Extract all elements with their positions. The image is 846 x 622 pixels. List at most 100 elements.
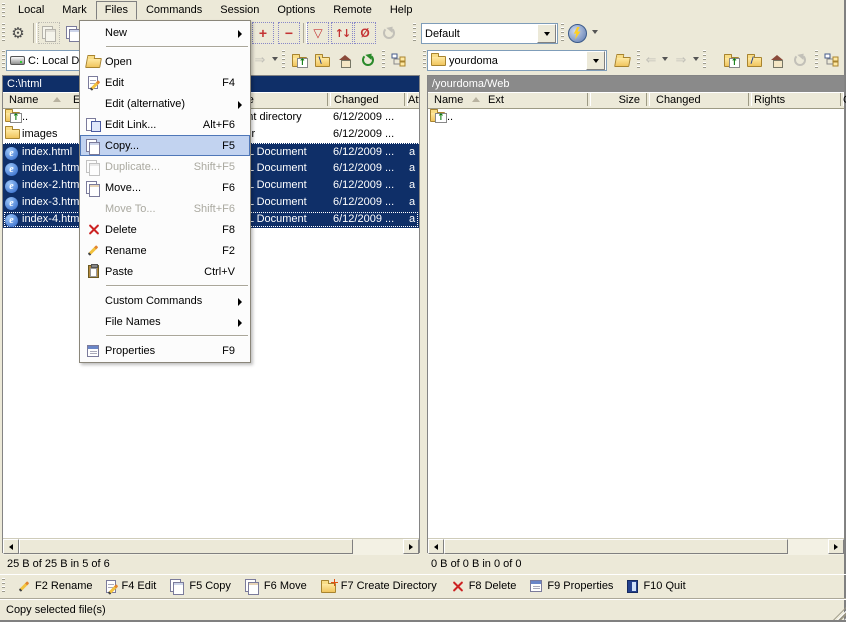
menu-mark[interactable]: Mark bbox=[53, 1, 95, 20]
menu-item-file-names[interactable]: File Names bbox=[80, 311, 250, 332]
remote-refresh-button[interactable] bbox=[789, 49, 811, 71]
toolbar-gripper[interactable] bbox=[423, 50, 426, 70]
menu-item-move[interactable]: Move... F6 bbox=[80, 177, 250, 198]
menu-item-edit-link[interactable]: Edit Link... Alt+F6 bbox=[80, 114, 250, 135]
f2-rename-button[interactable]: F2 Rename bbox=[11, 576, 99, 596]
menubar-gripper[interactable] bbox=[2, 3, 5, 17]
menu-commands[interactable]: Commands bbox=[137, 1, 211, 20]
html-file-icon bbox=[5, 163, 18, 176]
toolbar-gripper[interactable] bbox=[561, 23, 564, 43]
local-parent-directory-button[interactable] bbox=[288, 49, 310, 71]
column-divider[interactable] bbox=[327, 93, 331, 106]
f4-edit-button[interactable]: F4 Edit bbox=[99, 576, 163, 596]
column-header-rights[interactable]: Rights bbox=[754, 93, 785, 107]
toolbar-gripper[interactable] bbox=[2, 578, 5, 594]
scroll-left-button[interactable] bbox=[428, 539, 444, 554]
menu-item-edit[interactable]: Edit F4 bbox=[80, 72, 250, 93]
menu-item-move-to[interactable]: Move To... Shift+F6 bbox=[80, 198, 250, 219]
column-header-name[interactable]: Name bbox=[9, 93, 38, 107]
f9-properties-button[interactable]: F9 Properties bbox=[523, 576, 620, 596]
remote-home-directory-button[interactable] bbox=[766, 49, 788, 71]
menu-options[interactable]: Options bbox=[268, 1, 324, 20]
remote-back-dropdown-arrow[interactable] bbox=[662, 57, 668, 61]
f10-quit-button[interactable]: F10 Quit bbox=[620, 576, 692, 596]
remote-directory-tree-button[interactable] bbox=[820, 49, 842, 71]
toolbar-gripper[interactable] bbox=[815, 50, 818, 70]
tree-icon bbox=[391, 53, 406, 67]
toolbar-gripper[interactable] bbox=[413, 23, 416, 43]
local-refresh-button[interactable] bbox=[357, 49, 379, 71]
remote-root-directory-button[interactable] bbox=[743, 49, 765, 71]
local-forward-dropdown-arrow[interactable] bbox=[272, 57, 278, 61]
f6-move-button[interactable]: F6 Move bbox=[238, 576, 314, 596]
file-row-parent[interactable]: .. bbox=[428, 109, 844, 126]
scroll-left-button[interactable] bbox=[3, 539, 19, 554]
scroll-right-button[interactable] bbox=[403, 539, 419, 554]
f7-create-directory-button[interactable]: F7 Create Directory bbox=[314, 576, 444, 596]
menu-item-open[interactable]: Open bbox=[80, 51, 250, 72]
preferences-button[interactable]: ⚙ bbox=[7, 22, 29, 44]
resize-grip[interactable] bbox=[833, 607, 846, 620]
column-divider[interactable] bbox=[646, 93, 650, 106]
restore-selection-button[interactable] bbox=[378, 22, 400, 44]
toolbar-gripper[interactable] bbox=[382, 50, 385, 70]
toolbar-gripper[interactable] bbox=[637, 50, 640, 70]
remote-directory-combo[interactable]: yourdoma bbox=[427, 50, 607, 71]
f8-delete-button[interactable]: F8 Delete bbox=[444, 576, 524, 596]
menu-item-copy[interactable]: Copy... F5 bbox=[80, 135, 250, 156]
local-root-directory-button[interactable] bbox=[311, 49, 333, 71]
clear-selection-button[interactable]: Ø bbox=[354, 22, 376, 44]
menu-item-edit-alternative[interactable]: Edit (alternative) bbox=[80, 93, 250, 114]
menu-item-duplicate[interactable]: Duplicate... Shift+F5 bbox=[80, 156, 250, 177]
menu-item-new[interactable]: New bbox=[80, 22, 250, 43]
f5-copy-button[interactable]: F5 Copy bbox=[163, 576, 238, 596]
add-selection-button[interactable]: + bbox=[252, 22, 274, 44]
menu-session[interactable]: Session bbox=[211, 1, 268, 20]
menu-local[interactable]: Local bbox=[9, 1, 53, 20]
local-directory-tree-button[interactable] bbox=[387, 49, 409, 71]
toolbar-gripper[interactable] bbox=[703, 50, 706, 70]
remote-path-bar[interactable]: /yourdoma/Web bbox=[428, 76, 844, 92]
remote-back-button[interactable]: ⇐ bbox=[641, 49, 661, 71]
menu-item-rename[interactable]: Rename F2 bbox=[80, 240, 250, 261]
remote-horizontal-scrollbar[interactable] bbox=[428, 538, 844, 555]
invert-selection-button[interactable]: ↑↓ bbox=[331, 22, 353, 44]
combo-dropdown-button[interactable] bbox=[586, 51, 605, 70]
transfer-settings-dropdown-arrow[interactable] bbox=[592, 30, 598, 34]
transfer-settings-button[interactable] bbox=[565, 22, 589, 44]
menu-item-paste[interactable]: Paste Ctrl+V bbox=[80, 261, 250, 282]
remote-parent-directory-button[interactable] bbox=[720, 49, 742, 71]
scrollbar-thumb[interactable] bbox=[444, 539, 788, 554]
remove-selection-button[interactable]: − bbox=[278, 22, 300, 44]
arrow-right-icon bbox=[834, 544, 838, 550]
remote-forward-button[interactable]: ⇒ bbox=[671, 49, 691, 71]
column-header-name[interactable]: Name bbox=[434, 93, 463, 107]
toolbar-gripper[interactable] bbox=[2, 23, 5, 43]
transfer-preset-combo[interactable]: Default bbox=[421, 23, 558, 44]
column-header-attr[interactable]: Attr bbox=[408, 93, 419, 107]
synchronize-button[interactable] bbox=[38, 22, 60, 44]
remote-open-directory-button[interactable] bbox=[611, 49, 633, 71]
column-header-ext[interactable]: Ext bbox=[488, 93, 504, 107]
remote-forward-dropdown-arrow[interactable] bbox=[693, 57, 699, 61]
scroll-right-button[interactable] bbox=[828, 539, 844, 554]
arrow-left-icon bbox=[434, 544, 438, 550]
column-divider[interactable] bbox=[748, 93, 752, 106]
scrollbar-thumb[interactable] bbox=[19, 539, 353, 554]
combo-dropdown-button[interactable] bbox=[537, 24, 556, 43]
menu-remote[interactable]: Remote bbox=[324, 1, 381, 20]
local-forward-button[interactable]: ⇒ bbox=[250, 49, 270, 71]
menu-help[interactable]: Help bbox=[381, 1, 422, 20]
column-header-changed[interactable]: Changed bbox=[656, 93, 701, 107]
menu-item-properties[interactable]: Properties F9 bbox=[80, 340, 250, 361]
local-home-directory-button[interactable] bbox=[334, 49, 356, 71]
menu-files[interactable]: Files bbox=[96, 1, 137, 20]
select-mask-button[interactable]: ▽ bbox=[307, 22, 329, 44]
local-horizontal-scrollbar[interactable] bbox=[3, 538, 419, 555]
toolbar-gripper[interactable] bbox=[2, 50, 5, 70]
column-header-changed[interactable]: Changed bbox=[334, 93, 379, 107]
toolbar-gripper[interactable] bbox=[282, 50, 285, 70]
menu-item-delete[interactable]: Delete F8 bbox=[80, 219, 250, 240]
menu-item-custom-commands[interactable]: Custom Commands bbox=[80, 290, 250, 311]
column-header-size[interactable]: Size bbox=[590, 93, 640, 107]
